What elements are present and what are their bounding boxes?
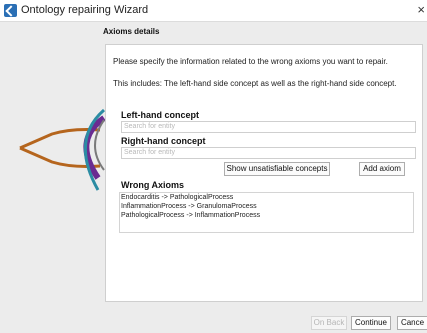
cancel-button[interactable]: Cance [397,316,427,330]
add-axiom-button[interactable]: Add axiom [359,162,405,176]
left-concept-label: Left-hand concept [121,110,199,120]
right-concept-search-input[interactable]: Search for entity [121,147,416,159]
app-icon [4,4,17,17]
intro-text-line2: This includes: The left-hand side concep… [113,79,397,88]
list-item[interactable]: InflammationProcess -> GranulomaProcess [121,203,257,210]
continue-button[interactable]: Continue [351,316,391,330]
title-bar: Ontology repairing Wizard × [0,0,427,22]
left-concept-search-input[interactable]: Search for entity [121,121,416,133]
window-title: Ontology repairing Wizard [21,4,149,16]
wrong-axioms-label: Wrong Axioms [121,180,185,190]
protege-logo-icon [19,108,106,191]
right-concept-label: Right-hand concept [121,136,206,146]
close-icon[interactable]: × [417,2,425,17]
back-button[interactable]: On Back [311,316,347,330]
list-item[interactable]: PathologicalProcess -> InflammationProce… [121,212,260,219]
show-unsatisfiable-concepts-button[interactable]: Show unsatisfiable concepts [224,162,330,176]
intro-text-line1: Please specify the information related t… [113,57,388,66]
list-item[interactable]: Endocarditis -> PathologicalProcess [121,194,233,201]
section-heading: Axioms details [103,27,160,36]
